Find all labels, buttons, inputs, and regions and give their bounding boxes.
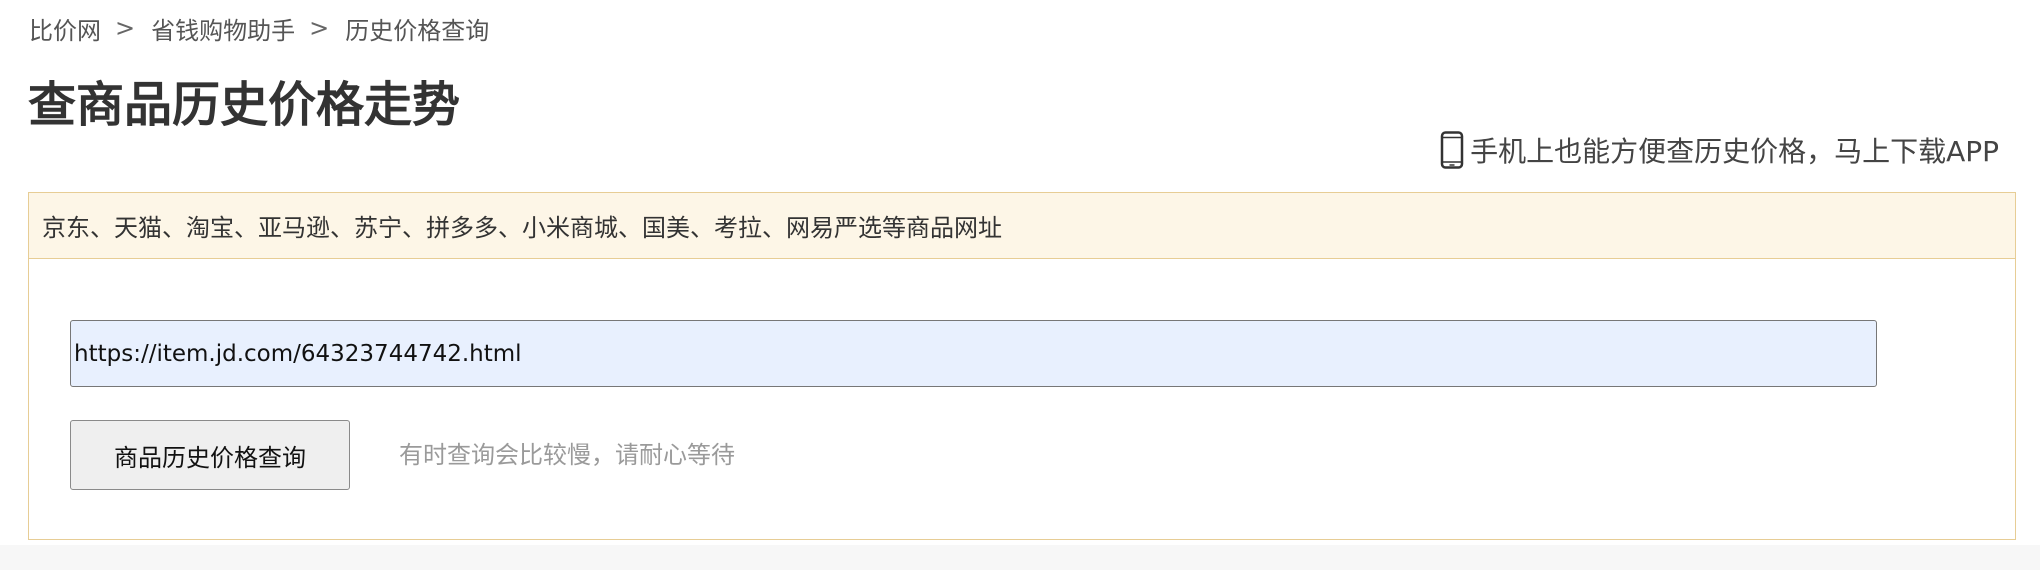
price-query-panel: 京东、天猫、淘宝、亚马逊、苏宁、拼多多、小米商城、国美、考拉、网易严选等商品网址… xyxy=(28,192,2016,540)
page-background-strip xyxy=(0,545,2040,570)
breadcrumb: 比价网 > 省钱购物助手 > 历史价格查询 xyxy=(29,10,489,46)
breadcrumb-item-home[interactable]: 比价网 xyxy=(29,11,101,46)
query-price-history-button[interactable]: 商品历史价格查询 xyxy=(70,420,350,490)
breadcrumb-separator: > xyxy=(115,14,136,42)
page-title: 查商品历史价格走势 xyxy=(28,77,461,133)
breadcrumb-item-current: 历史价格查询 xyxy=(345,16,490,45)
product-url-input[interactable] xyxy=(70,320,1877,387)
breadcrumb-separator: > xyxy=(309,14,330,42)
phone-icon xyxy=(1440,131,1464,169)
app-promo-text: 手机上也能方便查历史价格，马上下载APP xyxy=(1470,135,1999,168)
app-download-link[interactable]: 手机上也能方便查历史价格，马上下载APP xyxy=(1440,130,1999,170)
breadcrumb-item-shopping-assistant[interactable]: 省钱购物助手 xyxy=(151,11,295,46)
wait-hint: 有时查询会比较慢，请耐心等待 xyxy=(399,441,735,469)
supported-sites-notice: 京东、天猫、淘宝、亚马逊、苏宁、拼多多、小米商城、国美、考拉、网易严选等商品网址 xyxy=(29,193,2015,259)
page: 比价网 > 省钱购物助手 > 历史价格查询 查商品历史价格走势 手机上也能方便查… xyxy=(0,0,2040,570)
